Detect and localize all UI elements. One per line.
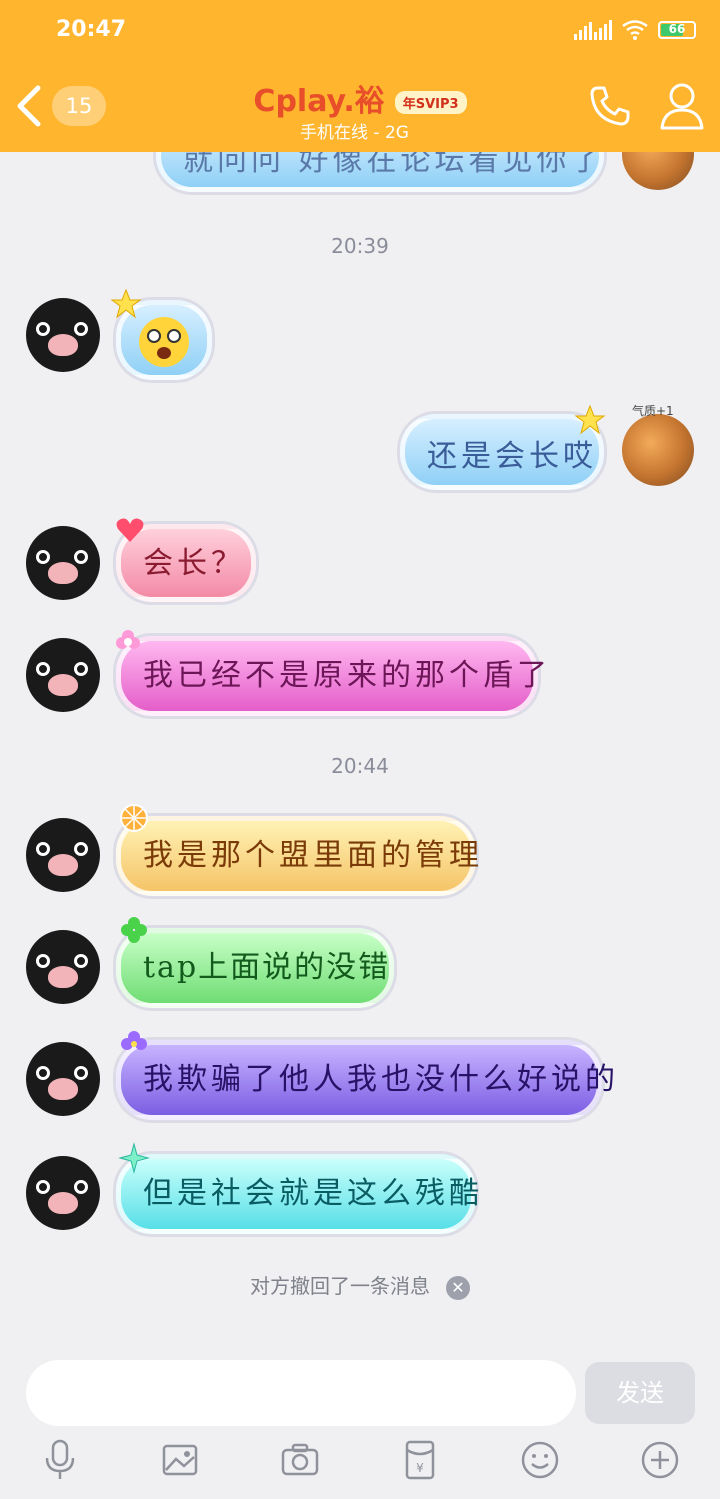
contact-profile-icon[interactable] (658, 80, 706, 132)
message-bubble-received[interactable]: 但是社会就是这么残酷 (116, 1154, 479, 1234)
image-icon[interactable] (160, 1438, 200, 1482)
chat-header: 15 Cplay.裕 年SVIP3 手机在线 - 2G (0, 62, 720, 152)
contact-avatar[interactable] (26, 930, 100, 1004)
input-toolbar: ¥ (0, 1438, 720, 1488)
surprised-face-icon (139, 317, 189, 367)
plus-icon[interactable] (640, 1438, 680, 1482)
violet-flower-decoration-icon (121, 1031, 147, 1050)
camera-icon[interactable] (280, 1438, 320, 1482)
message-bubble-partial[interactable]: 就问问 好像在论坛看见你了 (156, 152, 604, 192)
chat-messages[interactable]: 就问问 好像在论坛看见你了 20:39 还是会长哎 气质+1 会长？ 我已经不是… (0, 152, 720, 1342)
flower-decoration-icon (116, 630, 140, 649)
message-bubble-received[interactable]: tap上面说的没错 (116, 928, 394, 1008)
contact-avatar[interactable] (26, 298, 100, 372)
battery-level: 66 (668, 22, 686, 36)
send-button[interactable]: 发送 (585, 1362, 695, 1424)
message-bubble-received[interactable]: 我欺骗了他人我也没什么好说的 (116, 1040, 615, 1120)
sticker-decoration-icon (110, 288, 142, 319)
battery-icon: 66 (658, 21, 696, 39)
input-bar: 发送 ¥ (0, 1342, 720, 1499)
time-divider: 20:39 (331, 234, 389, 258)
recall-notice: 对方撤回了一条消息 ✕ (0, 1270, 720, 1300)
status-time: 20:47 (56, 17, 127, 42)
time-divider: 20:44 (331, 754, 389, 778)
red-packet-icon[interactable]: ¥ (400, 1438, 440, 1482)
close-icon[interactable]: ✕ (446, 1275, 470, 1300)
svg-text:¥: ¥ (416, 1461, 424, 1475)
orange-slice-decoration-icon (120, 804, 148, 832)
vip-badge: 年SVIP3 (394, 91, 467, 114)
contact-avatar[interactable] (26, 818, 100, 892)
star-decoration-icon (574, 404, 606, 435)
qizhi-tag: 气质+1 (632, 404, 674, 418)
status-bar: 20:47 66 (0, 0, 720, 62)
contact-avatar[interactable] (26, 638, 100, 712)
contact-name: Cplay.裕 (253, 84, 385, 119)
online-status: 手机在线 - 2G (300, 123, 409, 143)
phone-call-icon[interactable] (586, 82, 634, 130)
status-icons: 66 (574, 20, 696, 40)
contact-avatar[interactable] (26, 1042, 100, 1116)
message-input[interactable] (26, 1360, 576, 1426)
message-bubble-received[interactable]: 我是那个盟里面的管理 (116, 816, 479, 896)
wifi-icon (622, 20, 648, 40)
microphone-icon[interactable] (40, 1438, 80, 1482)
sparkle-decoration-icon (118, 1142, 150, 1174)
heart-decoration-icon (116, 518, 144, 542)
clover-decoration-icon (121, 917, 147, 943)
smiley-icon[interactable] (520, 1438, 560, 1482)
contact-avatar[interactable] (26, 526, 100, 600)
contact-avatar[interactable] (26, 1156, 100, 1230)
recall-notice-text: 对方撤回了一条消息 (250, 1274, 430, 1298)
my-avatar[interactable] (622, 152, 694, 190)
signal-icon (574, 20, 612, 40)
message-bubble-received[interactable]: 我已经不是原来的那个盾了 (116, 636, 547, 716)
my-avatar[interactable] (622, 414, 694, 486)
